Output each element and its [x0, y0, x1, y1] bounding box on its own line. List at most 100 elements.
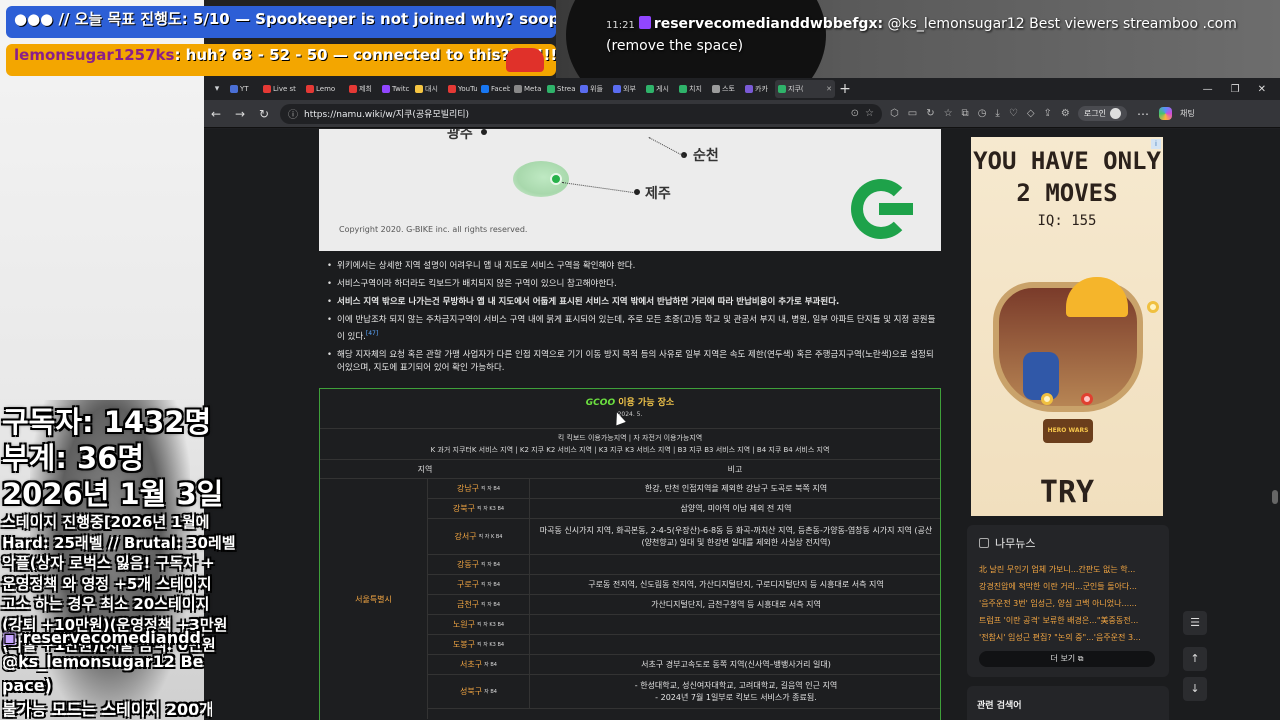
browser-tab[interactable]: Lemo	[303, 80, 345, 98]
stat-line: 운영정책 와 영정 +5개 스테이지	[2, 574, 212, 593]
district-cell[interactable]: 강북구 킥 자 K3 B4	[428, 499, 530, 518]
tab-label: Live st	[273, 85, 296, 93]
news-item[interactable]: '전참시' 임성근 편집? "논의 중"...'음주운전 3...	[979, 629, 1157, 646]
scroll-top-icon[interactable]: ↑	[1183, 647, 1207, 671]
tab-label: 대시	[425, 85, 438, 93]
district-cell[interactable]: 성북구 자 B4	[428, 675, 530, 708]
advertisement[interactable]: i YOU HAVE ONLY 2 MOVES IQ: 155 HERO WAR…	[971, 137, 1163, 516]
forward-icon[interactable]: →	[232, 107, 248, 121]
browser-tab[interactable]: 위들	[577, 80, 609, 98]
share-icon[interactable]: ⇪	[1044, 108, 1052, 119]
address-bar[interactable]: ⓘ https://namu.wiki/w/지쿠(공유모빌리티) ⊙ ☆	[280, 103, 882, 124]
extension-icon[interactable]: ⬡	[890, 108, 899, 119]
district-cell[interactable]: 서초구 자 B4	[428, 655, 530, 674]
district-cell[interactable]: 노원구 킥 자 K3 B4	[428, 615, 530, 634]
toc-icon[interactable]: ☰	[1183, 611, 1207, 635]
profile-label: 로그인	[1083, 109, 1106, 118]
address-url[interactable]: https://namu.wiki/w/지쿠(공유모빌리티)	[304, 107, 845, 120]
restore-icon[interactable]: ❐	[1231, 84, 1240, 95]
page-scrollbar[interactable]	[1272, 129, 1278, 720]
district-cell[interactable]: 금천구 킥 자 B4	[428, 595, 530, 614]
tab-label: Meta	[524, 85, 542, 93]
browser-tab[interactable]: Meta	[511, 80, 543, 98]
browser-tab[interactable]: 스토	[709, 80, 741, 98]
scroll-thumb[interactable]	[1272, 490, 1278, 504]
table-row: 강서구 킥 자 K B4 마곡동 신시가지 지역, 화곡본동, 2-4-5(우장산)…	[428, 519, 940, 555]
note-cell: - 한성대학교, 성신여자대학교, 고려대학교, 길음역 인근 지역 - 202…	[634, 680, 838, 702]
news-more-button[interactable]: 더 보기 ⧉	[979, 651, 1155, 667]
pin-icon	[1081, 393, 1093, 405]
tab-close-icon[interactable]: ✕	[826, 85, 832, 93]
district-name[interactable]: 도봉구	[453, 639, 475, 650]
news-item[interactable]: 강경진압에 적막한 이란 거리...군인들 돌아다...	[979, 578, 1157, 595]
district-tags: 킥 자 B4	[481, 562, 501, 568]
ad-cta[interactable]: TRY	[971, 475, 1163, 510]
news-item[interactable]: 트럼프 '이란 공격' 보류한 배경은..."美중동전...	[979, 612, 1157, 629]
browser-tab[interactable]: Strea	[544, 80, 576, 98]
collections-icon[interactable]: ⧉	[962, 108, 969, 119]
district-cell[interactable]: 강남구 킥 자 B4	[428, 479, 530, 498]
district-name[interactable]: 강남구	[457, 483, 479, 494]
minimize-icon[interactable]: —	[1203, 84, 1213, 95]
district-name[interactable]: 서초구	[460, 659, 482, 670]
browser-tab[interactable]: 카카	[742, 80, 774, 98]
back-icon[interactable]: ←	[208, 107, 224, 121]
gcoo-brand: GCOO	[585, 398, 616, 408]
table-row: 성북구 자 B4 - 한성대학교, 성신여자대학교, 고려대학교, 길음역 인근 지…	[428, 675, 940, 709]
tab-search-icon[interactable]: ▾	[208, 80, 226, 98]
heart-icon[interactable]: ♡	[1009, 108, 1018, 119]
reload-icon[interactable]: ↻	[256, 107, 272, 121]
district-name[interactable]: 강북구	[453, 503, 475, 514]
browser-tab[interactable]: 치지	[676, 80, 708, 98]
news-item[interactable]: 北 날린 무인기 업체 가보니...간판도 없는 학...	[979, 561, 1157, 578]
tab-label: 게시	[656, 85, 669, 93]
district-name[interactable]: 구로구	[457, 579, 479, 590]
new-tab-button[interactable]: +	[836, 81, 854, 97]
chat-line: pace)	[2, 676, 52, 695]
browser-tab[interactable]: 대시	[412, 80, 444, 98]
shield-icon[interactable]: ◇	[1027, 108, 1035, 119]
page-tools: ☰ ↑ ↓	[1183, 611, 1207, 701]
browser-tab[interactable]: 지쿠(✕	[775, 80, 835, 98]
refresh-ext-icon[interactable]: ↻	[926, 108, 934, 119]
download-icon[interactable]: ⤓	[995, 108, 999, 119]
browser-tab[interactable]: YT	[227, 80, 259, 98]
profile-button[interactable]: 로그인	[1077, 106, 1127, 121]
district-name[interactable]: 성북구	[460, 686, 482, 697]
browser-tab[interactable]: 제최	[346, 80, 378, 98]
district-name[interactable]: 금천구	[457, 599, 479, 610]
bookmark-star-icon[interactable]: ☆	[865, 108, 874, 119]
close-icon[interactable]: ✕	[1258, 84, 1266, 95]
district-name[interactable]: 강동구	[457, 559, 479, 570]
chat-line: ▣ reservecomediandd	[2, 626, 212, 650]
site-info-icon[interactable]: ⓘ	[288, 106, 298, 121]
history-icon[interactable]: ◷	[978, 108, 987, 119]
district-cell[interactable]: 강서구 킥 자 K B4	[428, 519, 530, 554]
footnote-link[interactable]: [47]	[366, 330, 378, 337]
translate-icon[interactable]: ⊙	[851, 108, 859, 119]
district-name[interactable]: 노원구	[453, 619, 475, 630]
district-cell[interactable]: 구로구 킥 자 B4	[428, 575, 530, 594]
browser-tab[interactable]: YouTu	[445, 80, 477, 98]
favorites-icon[interactable]: ☆	[944, 108, 953, 119]
browser-tab[interactable]: Faceb	[478, 80, 510, 98]
settings-icon[interactable]: ⚙	[1061, 108, 1070, 119]
scroll-bottom-icon[interactable]: ↓	[1183, 677, 1207, 701]
browser-tab[interactable]: 외부	[610, 80, 642, 98]
browser-tab[interactable]: Twitc	[379, 80, 411, 98]
tab-label: 스토	[722, 85, 735, 93]
split-icon[interactable]: ▭	[908, 108, 917, 119]
district-cell[interactable]: 강동구 킥 자 B4	[428, 555, 530, 574]
news-item[interactable]: '음주운전 3번' 임성근, 양심 고백 아니었나......	[979, 595, 1157, 612]
map-label: 제주	[645, 186, 671, 202]
note-cell: 구로동 전지역, 신도림동 전지역, 가산디지털단지, 구로디지털단지 등 시흥…	[588, 579, 884, 589]
copilot-icon[interactable]	[1158, 107, 1172, 120]
district-name[interactable]: 강서구	[455, 531, 477, 542]
table-rows: 강남구 킥 자 B4 한강, 탄천 인접지역을 제외한 강남구 도곡로 북쪽 지역 강…	[428, 479, 940, 709]
ad-choices-icon[interactable]: i	[1151, 139, 1161, 149]
browser-tab[interactable]: Live st	[260, 80, 302, 98]
district-cell[interactable]: 도봉구 킥 자 K3 B4	[428, 635, 530, 654]
more-menu-icon[interactable]: ⋯	[1135, 107, 1151, 121]
chat-button[interactable]: 채팅	[1180, 108, 1195, 119]
browser-tab[interactable]: 게시	[643, 80, 675, 98]
